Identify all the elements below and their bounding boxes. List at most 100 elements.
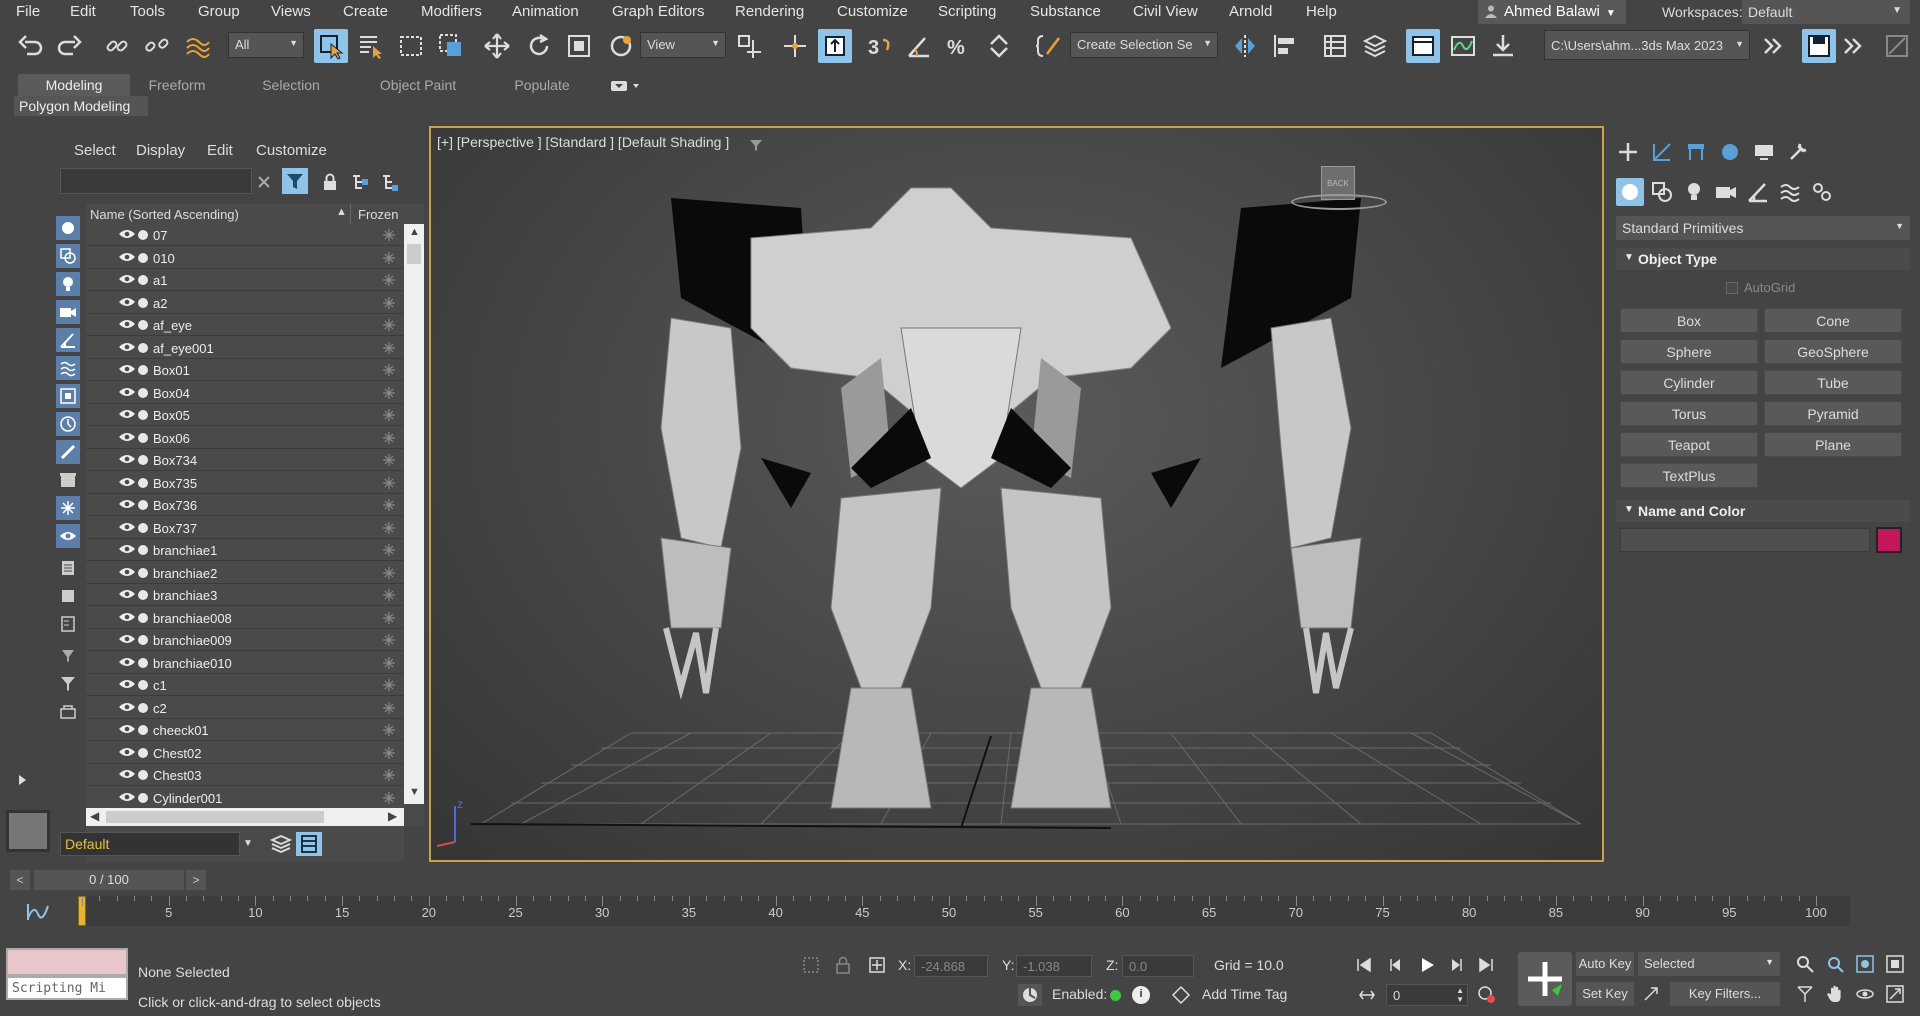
zoom-extents-icon[interactable] <box>1852 952 1878 976</box>
visibility-eye-icon[interactable] <box>118 790 136 804</box>
frozen-icon[interactable] <box>382 656 396 670</box>
render-dot-icon[interactable] <box>138 387 148 398</box>
menu-customize[interactable]: Customize <box>837 3 908 20</box>
utilities-tab-icon[interactable] <box>1784 138 1812 166</box>
expand-panel-icon[interactable] <box>12 770 32 790</box>
time-tag-icon[interactable] <box>1170 984 1192 1006</box>
visibility-eye-icon[interactable] <box>118 317 136 331</box>
render-dot-icon[interactable] <box>138 792 148 803</box>
chevron-down-icon[interactable]: ▼ <box>243 838 253 849</box>
visibility-eye-icon[interactable] <box>118 295 136 309</box>
bind-space-warp-icon[interactable] <box>180 29 214 63</box>
menu-graph-editors[interactable]: Graph Editors <box>612 3 705 20</box>
project-folder-dropdown[interactable]: C:\Users\ahm...3ds Max 2023 ▼ <box>1544 30 1750 60</box>
snaps-toggle-icon[interactable]: 3 <box>862 29 896 63</box>
cylinder-button[interactable]: Cylinder <box>1620 370 1758 395</box>
layer-dropdown[interactable]: Default <box>60 832 240 856</box>
key-filters-button[interactable]: Key Filters... <box>1670 982 1780 1006</box>
highlight-filter-icon[interactable] <box>56 644 80 668</box>
go-to-end-icon[interactable] <box>1474 954 1498 976</box>
scroll-left-icon[interactable]: ◀ <box>90 809 99 823</box>
containers-filter-icon[interactable] <box>56 468 80 492</box>
list-item[interactable]: Chest03 <box>86 764 404 786</box>
render-dot-icon[interactable] <box>138 477 148 488</box>
orbit-icon[interactable] <box>1852 982 1878 1006</box>
scroll-thumb[interactable] <box>106 811 324 823</box>
list-item[interactable]: branchiae3 <box>86 584 404 606</box>
viewcube-ring[interactable] <box>1291 194 1387 210</box>
menu-substance[interactable]: Substance <box>1030 3 1101 20</box>
add-time-tag[interactable]: Add Time Tag <box>1202 986 1287 1002</box>
menu-edit[interactable]: Edit <box>70 3 96 20</box>
percent-snap-icon[interactable]: % <box>942 29 976 63</box>
box-button[interactable]: Box <box>1620 308 1758 333</box>
scene-menu-customize[interactable]: Customize <box>256 142 327 159</box>
next-frame-icon[interactable] <box>1444 954 1468 976</box>
render-dot-icon[interactable] <box>138 500 148 510</box>
frozen-icon[interactable] <box>382 341 396 355</box>
list-item[interactable]: af_eye <box>86 314 404 336</box>
menu-animation[interactable]: Animation <box>512 3 579 20</box>
select-object-icon[interactable] <box>314 29 348 63</box>
frozen-icon[interactable] <box>382 318 396 332</box>
menu-help[interactable]: Help <box>1306 3 1337 20</box>
list-item[interactable]: Box04 <box>86 382 404 404</box>
visibility-eye-icon[interactable] <box>118 767 136 781</box>
list-item[interactable]: 07 <box>86 224 404 246</box>
torus-button[interactable]: Torus <box>1620 401 1758 426</box>
x-coordinate-field[interactable]: -24.868 <box>914 955 988 977</box>
geometry-filter-icon[interactable] <box>56 216 80 240</box>
hidden-filter-icon[interactable] <box>56 524 80 548</box>
helpers-filter-icon[interactable] <box>56 328 80 352</box>
render-dot-icon[interactable] <box>138 342 148 353</box>
key-mode-toggle-icon[interactable] <box>1356 984 1378 1006</box>
scene-search-input[interactable] <box>60 168 252 194</box>
visibility-eye-icon[interactable] <box>118 452 136 466</box>
layer-explorer-icon[interactable] <box>268 832 294 856</box>
menu-scripting[interactable]: Scripting <box>938 3 996 20</box>
tab-freeform[interactable]: Freeform <box>134 74 220 96</box>
object-xrefs-filter-icon[interactable] <box>56 412 80 436</box>
edit-named-selection-icon[interactable] <box>1032 29 1066 63</box>
visibility-eye-icon[interactable] <box>118 655 136 669</box>
list-item[interactable]: c1 <box>86 674 404 696</box>
window-crossing-icon[interactable] <box>434 29 468 63</box>
filter-settings-icon[interactable] <box>56 672 80 696</box>
menu-file[interactable]: File <box>16 3 40 20</box>
list-item[interactable]: branchiae010 <box>86 652 404 674</box>
schematic-view-icon[interactable] <box>1486 29 1520 63</box>
list-item[interactable]: 010 <box>86 247 404 269</box>
pan-view-icon[interactable] <box>1822 982 1848 1006</box>
object-name-input[interactable] <box>1620 528 1870 552</box>
set-key-big-button[interactable] <box>1518 952 1572 1006</box>
render-dot-icon[interactable] <box>138 275 148 285</box>
time-slider-next-icon[interactable]: > <box>186 870 206 890</box>
selection-filter-dropdown[interactable]: All ▼ <box>228 32 304 58</box>
visibility-eye-icon[interactable] <box>118 722 136 736</box>
frozen-icon[interactable] <box>382 386 396 400</box>
hierarchy-tab-icon[interactable] <box>1682 138 1710 166</box>
frozen-icon[interactable] <box>382 723 396 737</box>
list-item[interactable]: a2 <box>86 292 404 314</box>
list-item[interactable]: Cylinder001 <box>86 787 404 809</box>
list-item[interactable]: Box05 <box>86 404 404 426</box>
list-item[interactable]: c2 <box>86 697 404 719</box>
lock-icon[interactable] <box>320 172 340 192</box>
groups-filter-icon[interactable] <box>56 384 80 408</box>
workspace-dropdown[interactable]: Default ▼ <box>1742 0 1910 24</box>
visibility-eye-icon[interactable] <box>118 520 136 534</box>
menu-views[interactable]: Views <box>271 3 311 20</box>
visibility-eye-icon[interactable] <box>118 362 136 376</box>
render-overflow-icon[interactable] <box>1836 29 1870 63</box>
tab-populate[interactable]: Populate <box>498 74 586 96</box>
frozen-icon[interactable] <box>382 228 396 242</box>
invert-display-icon[interactable] <box>56 612 80 636</box>
visibility-eye-icon[interactable] <box>118 632 136 646</box>
frozen-icon[interactable] <box>382 476 396 490</box>
angle-snap-icon[interactable] <box>902 29 936 63</box>
menu-create[interactable]: Create <box>343 3 388 20</box>
render-dot-icon[interactable] <box>138 680 148 690</box>
scroll-down-icon[interactable]: ▼ <box>409 786 420 798</box>
tab-object-paint[interactable]: Object Paint <box>368 74 468 96</box>
adaptive-degradation-icon[interactable] <box>1018 984 1042 1006</box>
